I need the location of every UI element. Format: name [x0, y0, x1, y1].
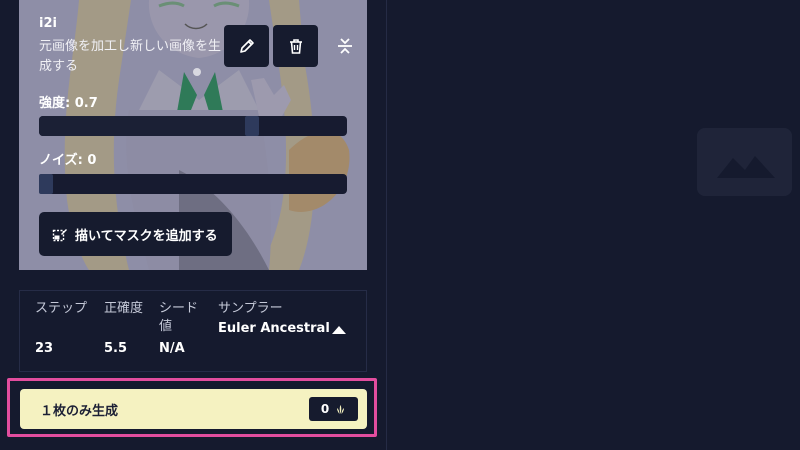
add-mask-button[interactable]: 描いてマスクを追加する	[39, 212, 232, 256]
edit-image-button[interactable]	[224, 25, 269, 67]
i2i-title: i2i	[39, 16, 57, 31]
strength-label: 強度: 0.7	[39, 96, 98, 111]
i2i-description: 元画像を加工し新しい画像を生成する	[39, 39, 222, 74]
chevron-up-icon[interactable]	[330, 323, 348, 337]
highlight-frame	[7, 378, 377, 437]
sampler-value[interactable]: Euler Ancestral	[218, 321, 330, 336]
scale-label: 正確度	[104, 301, 144, 316]
collapse-image-button[interactable]	[329, 25, 361, 67]
steps-label: ステップ	[35, 301, 88, 316]
image-tool-group	[224, 25, 318, 67]
strength-slider-fill	[39, 116, 245, 136]
seed-value: N/A	[159, 341, 185, 356]
noise-slider[interactable]	[39, 174, 347, 194]
mask-draw-icon	[52, 229, 67, 242]
sampler-label: サンプラー	[218, 301, 283, 316]
base-image-card: i2i 元画像を加工し新しい画像を生成する 強度: 0.7 ノイズ: 0 描いて…	[19, 0, 367, 270]
steps-param: ステップ 23	[35, 300, 87, 356]
generation-params: ステップ 23 正確度 5.5 シード値 N/A サンプラー Euler Anc…	[19, 290, 367, 372]
collapse-vertical-icon	[338, 38, 352, 54]
seed-param: シード値 N/A	[159, 300, 203, 356]
steps-value: 23	[35, 341, 54, 356]
noise-label: ノイズ: 0	[39, 153, 97, 168]
image-preview-area	[387, 0, 800, 450]
strength-slider[interactable]	[39, 116, 347, 136]
trash-icon	[289, 39, 302, 54]
pencil-icon	[239, 39, 254, 53]
strength-slider-thumb[interactable]	[245, 116, 259, 136]
seed-label: シード値	[159, 301, 199, 334]
settings-panel: i2i 元画像を加工し新しい画像を生成する 強度: 0.7 ノイズ: 0 描いて…	[0, 0, 387, 450]
scale-value: 5.5	[104, 341, 128, 356]
image-placeholder-icon	[697, 128, 792, 196]
delete-image-button[interactable]	[273, 25, 318, 67]
sampler-param[interactable]: サンプラー Euler Ancestral	[218, 300, 330, 336]
scale-param: 正確度 5.5	[104, 300, 143, 356]
add-mask-label: 描いてマスクを追加する	[75, 228, 218, 244]
image-placeholder	[697, 128, 792, 196]
noise-slider-thumb[interactable]	[39, 174, 53, 194]
